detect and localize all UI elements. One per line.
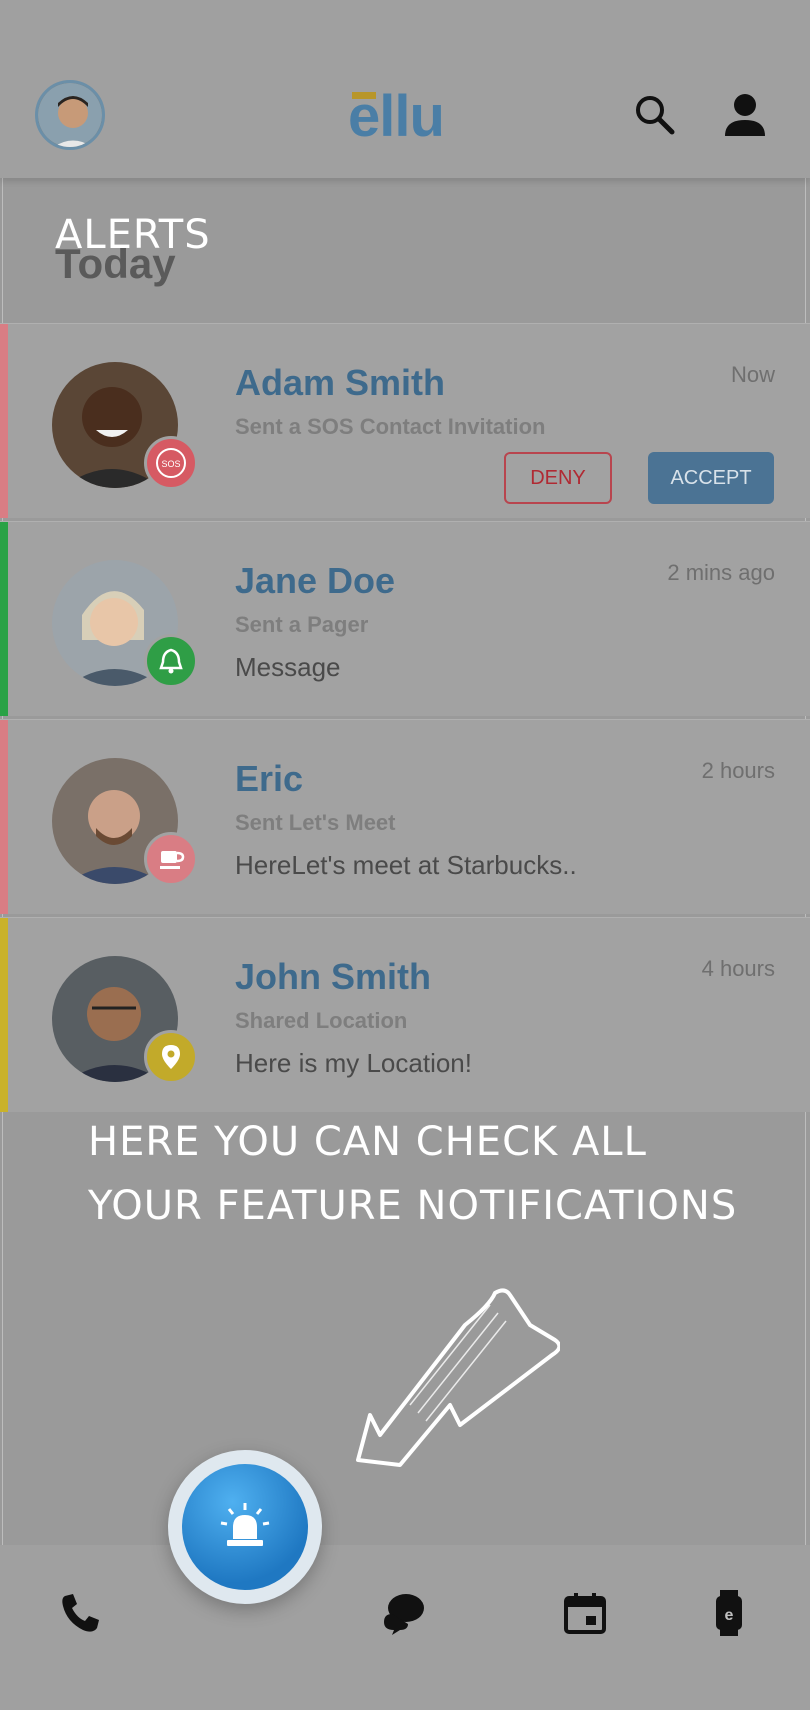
alert-name: Eric	[235, 758, 304, 799]
alert-time: Now	[730, 362, 775, 387]
bell-icon	[144, 634, 198, 688]
alert-message: Here is my Location!	[235, 1048, 472, 1078]
accept-button[interactable]: ACCEPT	[648, 452, 774, 504]
arrow-icon	[340, 1285, 562, 1480]
watch-icon[interactable]: e	[706, 1590, 752, 1636]
onboarding-hint-line-2: YOUR FEATURE NOTIFICATIONS	[88, 1183, 738, 1229]
sos-icon: SOS	[144, 436, 198, 490]
profile-avatar[interactable]	[35, 80, 105, 150]
alert-accent-bar	[0, 918, 8, 1112]
alert-card-jane-doe[interactable]: Jane Doe Sent a Pager Message 2 mins ago	[0, 521, 810, 716]
chat-icon[interactable]	[380, 1590, 426, 1636]
alert-name: Jane Doe	[235, 560, 396, 601]
onboarding-hint: HERE YOU CAN CHECK ALL YOUR FEATURE NOTI…	[88, 1110, 788, 1238]
alert-card-eric[interactable]: Eric Sent Let's Meet HereLet's meet at S…	[0, 719, 810, 914]
siren-icon	[220, 1503, 270, 1546]
alert-name: John Smith	[235, 956, 431, 997]
alert-subtitle: Sent Let's Meet	[235, 810, 396, 835]
alert-subtitle: Sent a SOS Contact Invitation	[235, 414, 546, 439]
alert-card-adam-smith[interactable]: SOS Adam Smith Sent a SOS Contact Invita…	[0, 323, 810, 518]
alert-accent-bar	[0, 324, 8, 518]
top-bar: ellu	[0, 0, 810, 178]
alert-accent-bar	[0, 720, 8, 914]
alert-accent-bar	[0, 522, 8, 716]
svg-text:SOS: SOS	[161, 459, 180, 469]
calendar-icon[interactable]	[562, 1590, 608, 1636]
onboarding-title: ALERTS	[55, 212, 211, 258]
alert-time: 4 hours	[701, 956, 775, 981]
user-icon[interactable]	[722, 92, 768, 138]
search-icon[interactable]	[632, 92, 678, 138]
alert-siren-button[interactable]	[182, 1464, 308, 1590]
alert-subtitle: Shared Location	[235, 1008, 408, 1033]
deny-button[interactable]: DENY	[504, 452, 612, 504]
location-pin-icon	[144, 1030, 198, 1084]
alert-time: 2 hours	[701, 758, 775, 783]
alert-message: HereLet's meet at Starbucks..	[235, 850, 577, 880]
alert-name: Adam Smith	[235, 362, 446, 403]
alert-subtitle: Sent a Pager	[235, 612, 369, 637]
alert-time: 2 mins ago	[667, 560, 775, 585]
app-logo: ellu	[348, 84, 445, 149]
phone-icon[interactable]	[57, 1590, 103, 1636]
onboarding-hint-line-1: HERE YOU CAN CHECK ALL	[88, 1119, 647, 1165]
alert-card-john-smith[interactable]: John Smith Shared Location Here is my Lo…	[0, 917, 810, 1112]
svg-text:e: e	[725, 1607, 734, 1624]
alert-message: Message	[235, 652, 341, 682]
coffee-icon	[144, 832, 198, 886]
